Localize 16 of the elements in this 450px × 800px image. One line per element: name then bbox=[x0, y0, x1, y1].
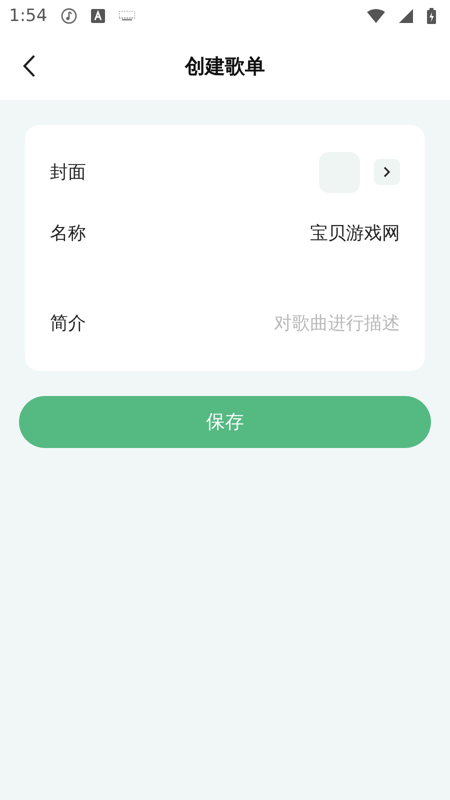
field-label: 简介 bbox=[50, 312, 86, 335]
signal-icon bbox=[399, 9, 413, 23]
chevron-button[interactable] bbox=[374, 159, 400, 185]
description-input[interactable]: 对歌曲进行描述 bbox=[180, 312, 400, 334]
back-icon bbox=[23, 55, 35, 77]
battery-icon bbox=[427, 8, 436, 24]
keyboard-icon bbox=[119, 11, 136, 21]
field-label: 名称 bbox=[50, 222, 86, 245]
name-input[interactable]: 宝贝游戏网 bbox=[180, 222, 400, 244]
chevron-right-icon bbox=[383, 166, 391, 178]
music-note-icon bbox=[61, 8, 78, 24]
app-icon bbox=[91, 9, 106, 23]
page-title: 创建歌单 bbox=[185, 52, 265, 80]
status-time: 1:54 bbox=[9, 6, 48, 26]
wifi-icon bbox=[367, 9, 385, 23]
field-label: 封面 bbox=[50, 161, 86, 184]
